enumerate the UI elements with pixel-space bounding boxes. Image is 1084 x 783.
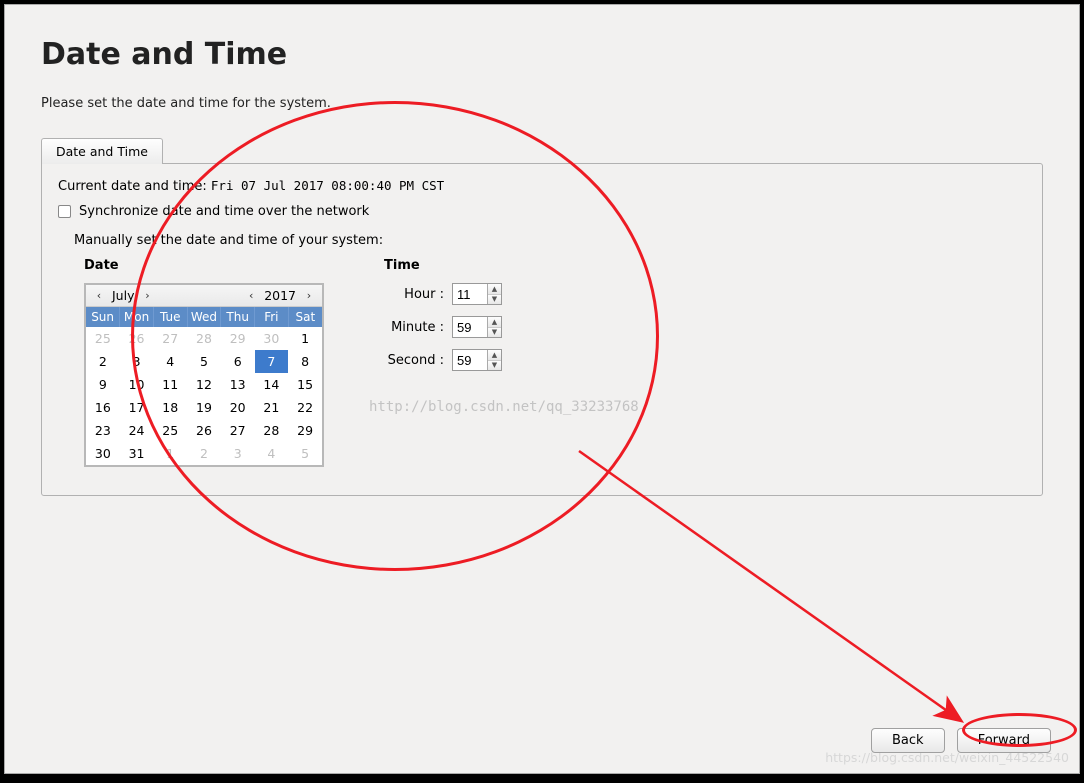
calendar-day-cell[interactable]: 15 — [288, 373, 322, 396]
calendar-day-cell[interactable]: 11 — [153, 373, 187, 396]
calendar-day-cell[interactable]: 25 — [86, 327, 120, 350]
calendar-day-cell[interactable]: 9 — [86, 373, 120, 396]
footer-buttons: Back Forward — [871, 728, 1051, 753]
prev-year-button[interactable]: ‹ — [244, 289, 258, 303]
calendar-day-cell[interactable]: 30 — [255, 327, 289, 350]
minute-down-button[interactable]: ▼ — [488, 328, 501, 338]
hour-input[interactable] — [453, 284, 487, 304]
calendar-day-cell[interactable]: 8 — [288, 350, 322, 373]
calendar-day-cell[interactable]: 19 — [187, 396, 221, 419]
calendar-weekday-header: Wed — [187, 307, 221, 327]
second-input[interactable] — [453, 350, 487, 370]
calendar-day-cell[interactable]: 14 — [255, 373, 289, 396]
next-month-button[interactable]: › — [140, 289, 154, 303]
forward-button[interactable]: Forward — [957, 728, 1051, 753]
calendar-day-cell[interactable]: 10 — [120, 373, 154, 396]
calendar-day-cell[interactable]: 26 — [120, 327, 154, 350]
calendar-day-cell[interactable]: 4 — [255, 442, 289, 465]
calendar-day-cell[interactable]: 16 — [86, 396, 120, 419]
second-spinner[interactable]: ▲ ▼ — [452, 349, 502, 371]
sync-checkbox[interactable] — [58, 205, 71, 218]
calendar-day-cell[interactable]: 12 — [187, 373, 221, 396]
calendar-day-cell[interactable]: 28 — [255, 419, 289, 442]
minute-spinner[interactable]: ▲ ▼ — [452, 316, 502, 338]
calendar-day-cell[interactable]: 22 — [288, 396, 322, 419]
calendar-day-cell[interactable]: 20 — [221, 396, 255, 419]
instruction-text: Please set the date and time for the sys… — [41, 96, 1043, 111]
hour-spinner[interactable]: ▲ ▼ — [452, 283, 502, 305]
second-row: Second : ▲ ▼ — [384, 349, 502, 371]
calendar-day-cell[interactable]: 4 — [153, 350, 187, 373]
calendar-weekday-header: Fri — [255, 307, 289, 327]
back-button[interactable]: Back — [871, 728, 945, 753]
calendar-day-cell[interactable]: 21 — [255, 396, 289, 419]
calendar-weekday-header: Thu — [221, 307, 255, 327]
calendar-day-cell[interactable]: 30 — [86, 442, 120, 465]
calendar-day-cell[interactable]: 6 — [221, 350, 255, 373]
calendar-day-cell[interactable]: 29 — [221, 327, 255, 350]
calendar-day-cell[interactable]: 2 — [86, 350, 120, 373]
second-up-button[interactable]: ▲ — [488, 350, 501, 361]
calendar-weekday-header: Sun — [86, 307, 120, 327]
hour-row: Hour : ▲ ▼ — [384, 283, 502, 305]
current-datetime-label: Current date and time: — [58, 179, 207, 194]
calendar-grid: SunMonTueWedThuFriSat 252627282930123456… — [86, 307, 322, 465]
calendar-day-cell[interactable]: 29 — [288, 419, 322, 442]
sync-checkbox-row[interactable]: Synchronize date and time over the netwo… — [58, 204, 1026, 219]
prev-month-button[interactable]: ‹ — [92, 289, 106, 303]
calendar-day-cell[interactable]: 17 — [120, 396, 154, 419]
calendar-weekday-header: Mon — [120, 307, 154, 327]
date-heading: Date — [84, 258, 324, 273]
hour-label: Hour : — [384, 287, 444, 302]
calendar-day-cell[interactable]: 31 — [120, 442, 154, 465]
manual-set-label: Manually set the date and time of your s… — [74, 233, 1026, 248]
minute-row: Minute : ▲ ▼ — [384, 316, 502, 338]
calendar-day-cell[interactable]: 5 — [288, 442, 322, 465]
current-datetime-value: Fri 07 Jul 2017 08:00:40 PM CST — [211, 178, 444, 193]
hour-down-button[interactable]: ▼ — [488, 295, 501, 305]
calendar-day-cell[interactable]: 27 — [221, 419, 255, 442]
main-window: Date and Time Please set the date and ti… — [4, 4, 1080, 774]
calendar-year: 2017 — [258, 288, 302, 303]
calendar-day-cell[interactable]: 1 — [153, 442, 187, 465]
calendar-widget[interactable]: ‹ July › ‹ 2017 › SunMonTueWedThuFriSat … — [84, 283, 324, 467]
page-title: Date and Time — [41, 37, 1043, 72]
minute-label: Minute : — [384, 320, 444, 335]
calendar-day-cell[interactable]: 7 — [255, 350, 289, 373]
calendar-weekday-header: Sat — [288, 307, 322, 327]
calendar-day-cell[interactable]: 27 — [153, 327, 187, 350]
minute-input[interactable] — [453, 317, 487, 337]
second-label: Second : — [384, 353, 444, 368]
date-column: Date ‹ July › ‹ 2017 › SunMonTueWedTh — [84, 258, 324, 467]
calendar-day-cell[interactable]: 3 — [221, 442, 255, 465]
calendar-day-cell[interactable]: 24 — [120, 419, 154, 442]
calendar-day-cell[interactable]: 1 — [288, 327, 322, 350]
sync-checkbox-label: Synchronize date and time over the netwo… — [79, 204, 369, 219]
calendar-day-cell[interactable]: 28 — [187, 327, 221, 350]
calendar-month: July — [106, 288, 140, 303]
calendar-day-cell[interactable]: 26 — [187, 419, 221, 442]
calendar-day-cell[interactable]: 5 — [187, 350, 221, 373]
calendar-day-cell[interactable]: 2 — [187, 442, 221, 465]
hour-up-button[interactable]: ▲ — [488, 284, 501, 295]
calendar-header: ‹ July › ‹ 2017 › — [86, 285, 322, 307]
current-datetime-line: Current date and time: Fri 07 Jul 2017 0… — [58, 178, 1026, 194]
calendar-day-cell[interactable]: 25 — [153, 419, 187, 442]
panel-date-and-time: Current date and time: Fri 07 Jul 2017 0… — [41, 163, 1043, 496]
second-down-button[interactable]: ▼ — [488, 361, 501, 371]
time-column: Time Hour : ▲ ▼ Minute : — [384, 258, 502, 467]
calendar-day-cell[interactable]: 13 — [221, 373, 255, 396]
calendar-weekday-header: Tue — [153, 307, 187, 327]
minute-up-button[interactable]: ▲ — [488, 317, 501, 328]
calendar-day-cell[interactable]: 3 — [120, 350, 154, 373]
next-year-button[interactable]: › — [302, 289, 316, 303]
tab-date-and-time[interactable]: Date and Time — [41, 138, 163, 164]
calendar-day-cell[interactable]: 23 — [86, 419, 120, 442]
calendar-day-cell[interactable]: 18 — [153, 396, 187, 419]
time-heading: Time — [384, 258, 502, 273]
